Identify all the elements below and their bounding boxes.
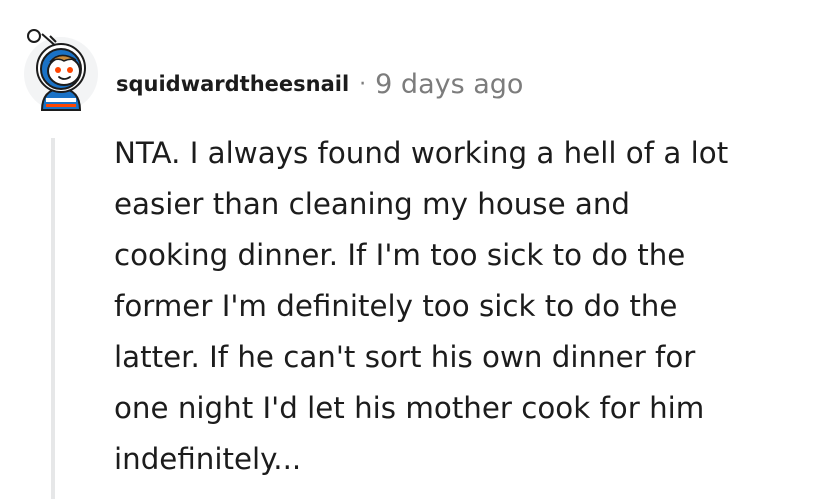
thread-collapse-line[interactable] — [51, 138, 55, 499]
comment-body-line: indefinitely... — [114, 442, 302, 476]
comment-body-line: one night I'd let his mother cook for hi… — [114, 391, 705, 425]
comment-body-line: former I'm definitely too sick to do the — [114, 289, 678, 323]
snoo-avatar-icon — [24, 29, 98, 111]
comment-body-line: easier than cleaning my house and — [114, 187, 631, 221]
user-avatar[interactable] — [20, 26, 102, 112]
author-username[interactable]: squidwardtheesnail — [116, 72, 349, 96]
comment: squidwardtheesnail · 9 days ago NTA. I a… — [0, 0, 821, 499]
comment-timestamp[interactable]: 9 days ago — [375, 69, 523, 100]
comment-meta: squidwardtheesnail · 9 days ago — [116, 64, 523, 104]
comment-body-line: cooking dinner. If I'm too sick to do th… — [114, 238, 686, 272]
meta-separator: · — [359, 71, 367, 97]
comment-body-line: latter. If he can't sort his own dinner … — [114, 340, 696, 374]
comment-body-line: NTA. I always found working a hell of a … — [114, 136, 729, 170]
comment-body: NTA. I always found working a hell of a … — [114, 128, 814, 485]
